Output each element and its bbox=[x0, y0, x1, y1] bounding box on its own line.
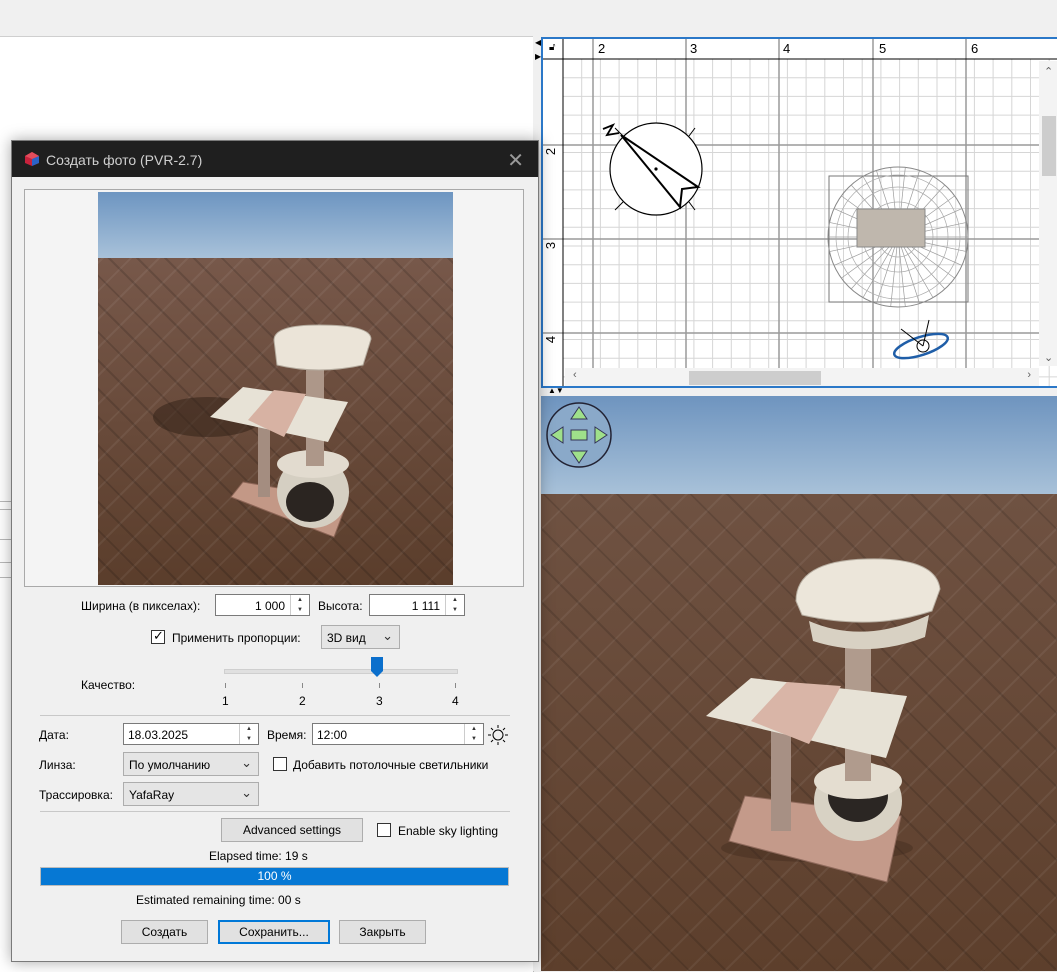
sky-lighting-label: Enable sky lighting bbox=[398, 824, 499, 838]
plan-vertical-scroll-thumb[interactable] bbox=[1042, 116, 1056, 176]
ruler-left-2: 2 bbox=[543, 147, 559, 156]
quality-tick-1: 1 bbox=[222, 694, 229, 708]
sky-lighting-checkbox[interactable] bbox=[377, 823, 391, 837]
chevron-down-icon: ⌄ bbox=[382, 628, 393, 643]
plan-view[interactable]: 2 3 4 5 6 2 3 4 🔓︎ ⌃ ⌄ ‹ › bbox=[541, 37, 1057, 388]
ruler-top-4: 4 bbox=[783, 41, 791, 56]
close-button[interactable]: Закрыть bbox=[339, 920, 426, 944]
scroll-left-icon[interactable]: ‹ bbox=[573, 369, 577, 381]
quality-slider-thumb[interactable] bbox=[371, 657, 383, 677]
chevron-down-icon: ⌄ bbox=[241, 785, 252, 800]
ceiling-lights-label: Добавить потолочные светильники bbox=[293, 758, 489, 772]
lens-select[interactable]: По умолчанию ⌄ bbox=[123, 752, 259, 776]
camera-icon[interactable] bbox=[892, 319, 951, 363]
scroll-right-icon[interactable]: › bbox=[1027, 369, 1031, 381]
close-icon[interactable]: ✕ bbox=[507, 148, 524, 173]
width-down-icon[interactable]: ▼ bbox=[291, 605, 309, 615]
scroll-up-icon[interactable]: ⌃ bbox=[1044, 65, 1053, 78]
ruler-left-4: 4 bbox=[543, 335, 559, 344]
lens-label: Линза: bbox=[39, 758, 76, 772]
scroll-down-icon[interactable]: ⌄ bbox=[1044, 351, 1053, 364]
cat-tree-3d-model[interactable] bbox=[541, 396, 1057, 971]
date-up-icon[interactable]: ▲ bbox=[240, 724, 258, 734]
app-logo-icon bbox=[25, 152, 39, 166]
top-toolbar-area bbox=[0, 0, 1057, 36]
proportions-label: Применить пропорции: bbox=[172, 631, 301, 645]
height-label: Высота: bbox=[318, 599, 363, 613]
width-input[interactable]: 1 000 ▲ ▼ bbox=[215, 594, 310, 616]
quality-label: Качество: bbox=[81, 678, 136, 692]
tracing-select[interactable]: YafaRay ⌄ bbox=[123, 782, 259, 806]
ruler-top-6: 6 bbox=[971, 41, 979, 56]
time-up-icon[interactable]: ▲ bbox=[465, 724, 483, 734]
plan-horizontal-scrollbar[interactable]: ‹ › bbox=[565, 368, 1039, 386]
dialog-titlebar[interactable]: Создать фото (PVR-2.7) ✕ bbox=[12, 141, 538, 177]
dialog-title: Создать фото (PVR-2.7) bbox=[46, 152, 203, 168]
3d-view[interactable] bbox=[541, 396, 1057, 971]
quality-slider[interactable] bbox=[224, 669, 458, 674]
lock-icon[interactable]: 🔓︎ bbox=[549, 42, 555, 53]
photo-preview bbox=[24, 189, 524, 587]
width-label: Ширина (в пикселах): bbox=[81, 599, 201, 613]
height-down-icon[interactable]: ▼ bbox=[446, 605, 464, 615]
rendered-photo bbox=[98, 192, 453, 585]
render-progress-bar: 100 % bbox=[40, 867, 509, 886]
plan-furniture-object[interactable] bbox=[827, 166, 969, 308]
quality-tick-2: 2 bbox=[299, 694, 306, 708]
plan-vertical-scrollbar[interactable]: ⌃ ⌄ bbox=[1039, 61, 1057, 366]
advanced-settings-button[interactable]: Advanced settings bbox=[221, 818, 363, 842]
elapsed-time: Elapsed time: 19 s bbox=[209, 849, 308, 863]
plan-grid bbox=[543, 39, 1057, 386]
divider bbox=[40, 715, 510, 716]
date-label: Дата: bbox=[39, 728, 69, 742]
height-up-icon[interactable]: ▲ bbox=[446, 595, 464, 605]
ruler-top-3: 3 bbox=[690, 41, 698, 56]
divider bbox=[40, 811, 510, 812]
width-up-icon[interactable]: ▲ bbox=[291, 595, 309, 605]
create-photo-dialog: Создать фото (PVR-2.7) ✕ Ширина (в пиксе… bbox=[11, 140, 539, 962]
date-down-icon[interactable]: ▼ bbox=[240, 734, 258, 744]
proportions-checkbox[interactable] bbox=[151, 628, 165, 644]
sun-icon[interactable] bbox=[488, 725, 508, 745]
height-input[interactable]: 1 111 ▲ ▼ bbox=[369, 594, 465, 616]
rendered-cat-tree bbox=[153, 324, 372, 538]
progress-text: 100 % bbox=[257, 869, 292, 883]
time-input[interactable]: 12:00 ▲ ▼ bbox=[312, 723, 484, 745]
ruler-top-2: 2 bbox=[598, 41, 606, 56]
compass-icon[interactable] bbox=[602, 122, 703, 216]
chevron-down-icon: ⌄ bbox=[241, 755, 252, 770]
ruler-left-3: 3 bbox=[543, 241, 559, 250]
time-label: Время: bbox=[267, 728, 307, 742]
ruler-top-5: 5 bbox=[879, 41, 887, 56]
save-button[interactable]: Сохранить... bbox=[218, 920, 330, 944]
quality-tick-3: 3 bbox=[376, 694, 383, 708]
ceiling-lights-checkbox[interactable] bbox=[273, 757, 287, 771]
remaining-time: Estimated remaining time: 00 s bbox=[136, 893, 301, 907]
tracing-label: Трассировка: bbox=[39, 788, 113, 802]
date-input[interactable]: 18.03.2025 ▲ ▼ bbox=[123, 723, 259, 745]
plan-horizontal-scroll-thumb[interactable] bbox=[689, 371, 821, 385]
view-mode-select[interactable]: 3D вид ⌄ bbox=[321, 625, 400, 649]
create-button[interactable]: Создать bbox=[121, 920, 208, 944]
quality-tick-4: 4 bbox=[452, 694, 459, 708]
time-down-icon[interactable]: ▼ bbox=[465, 734, 483, 744]
